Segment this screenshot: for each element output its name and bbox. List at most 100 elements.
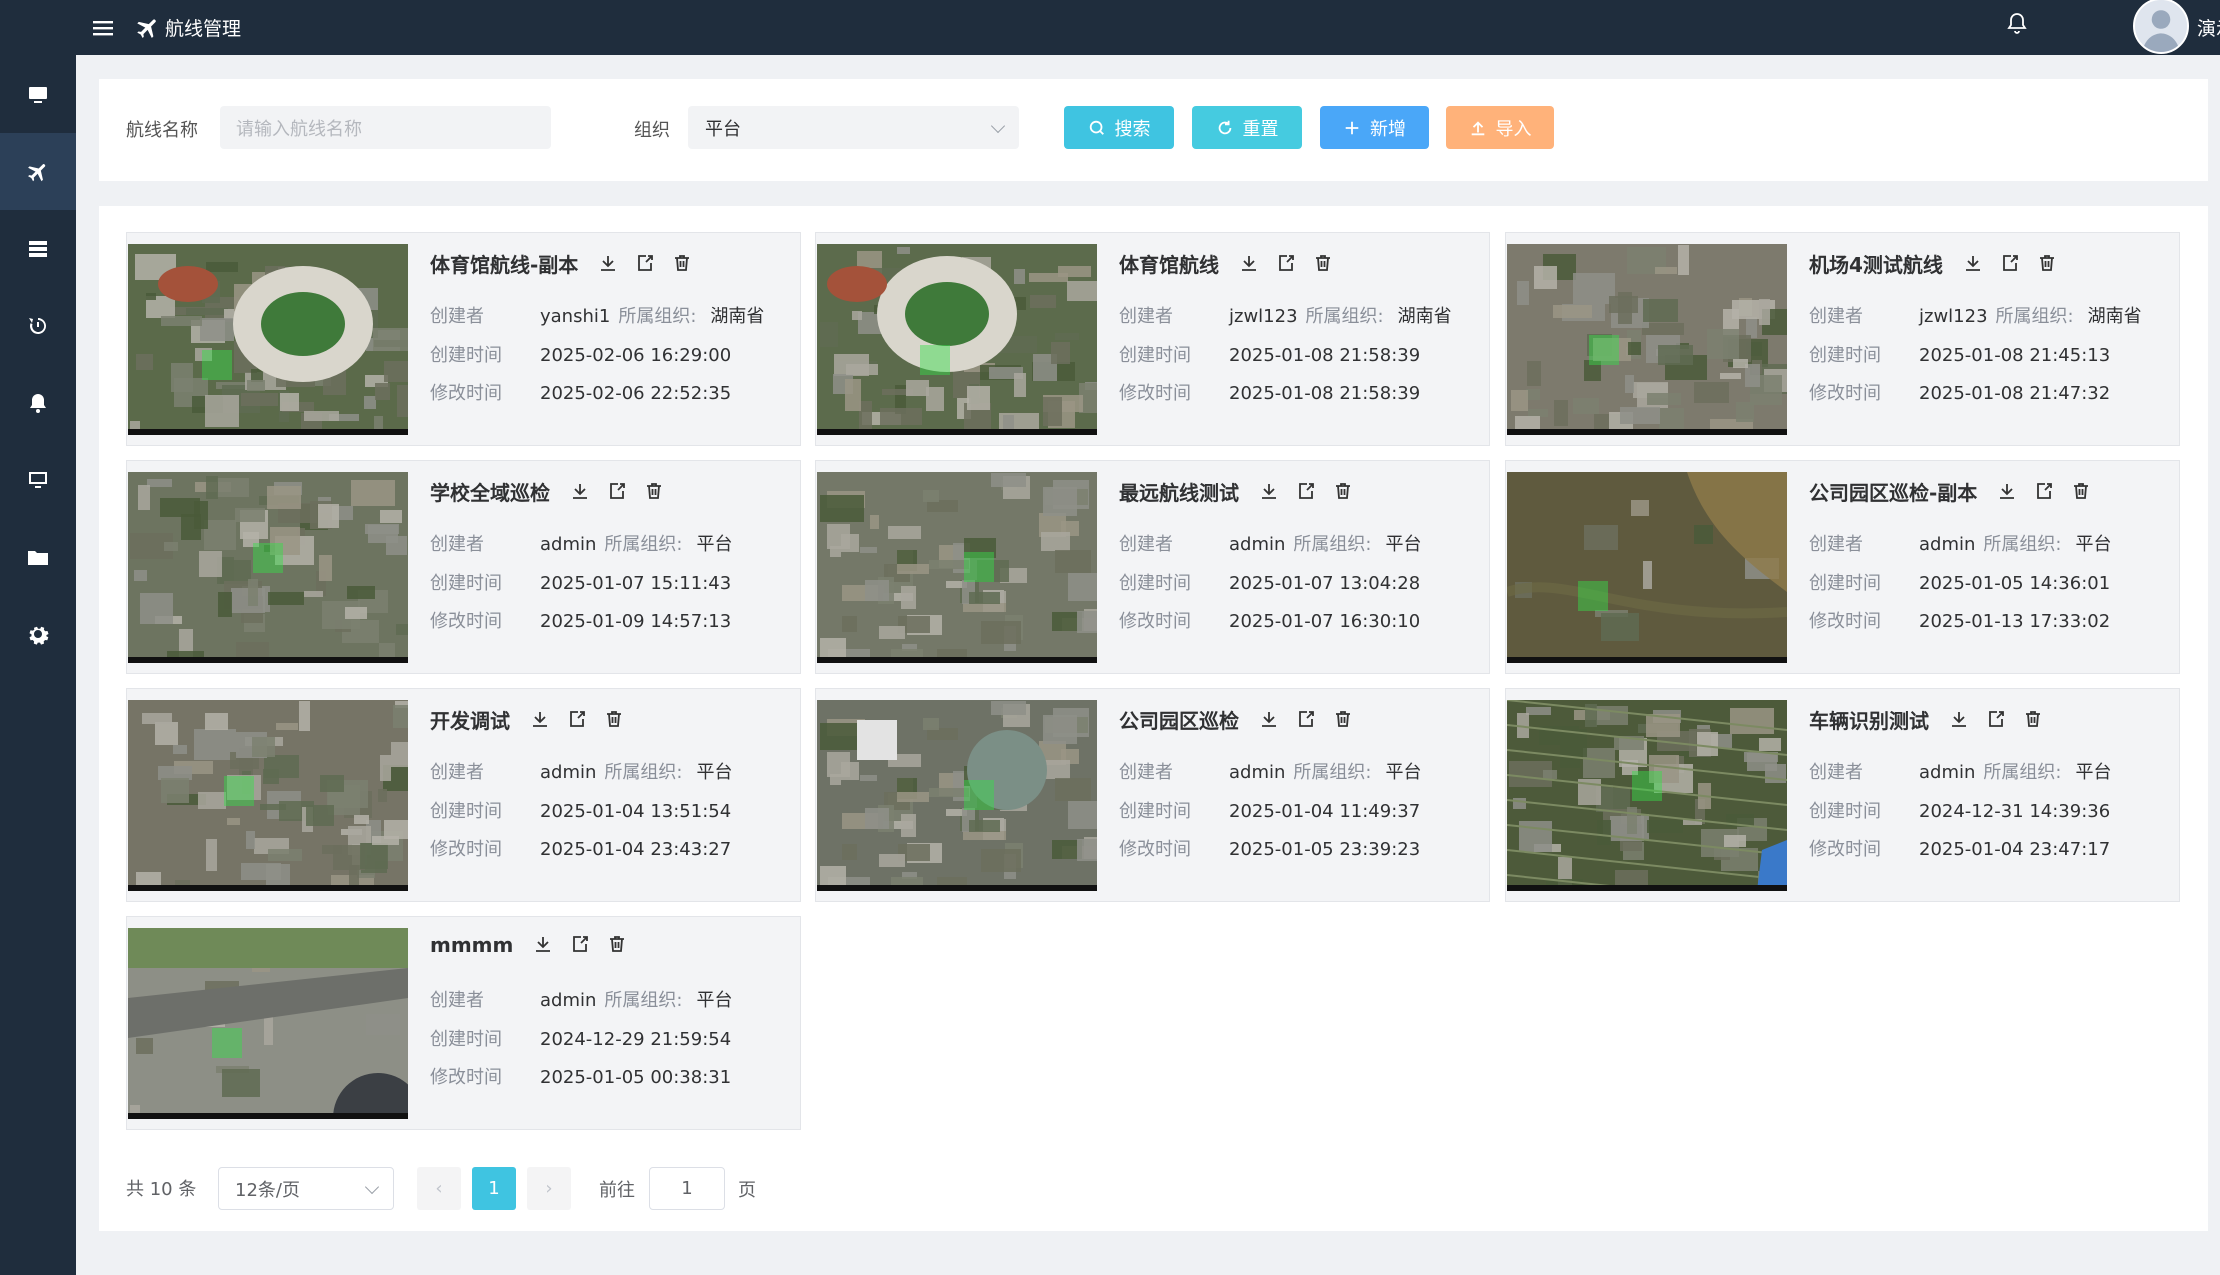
org-label: 所属组织: xyxy=(618,306,697,327)
reset-button-label: 重置 xyxy=(1242,118,1279,140)
route-thumbnail[interactable] xyxy=(1507,472,1787,663)
prev-page-button[interactable]: ‹ xyxy=(417,1167,461,1210)
delete-icon[interactable] xyxy=(2037,253,2059,275)
edit-icon[interactable] xyxy=(567,709,589,731)
route-thumbnail[interactable] xyxy=(128,244,408,435)
route-name[interactable]: 体育馆航线-副本 xyxy=(430,249,578,278)
edit-icon[interactable] xyxy=(1276,253,1298,275)
download-icon[interactable] xyxy=(1259,481,1281,503)
edit-icon[interactable] xyxy=(1986,709,2008,731)
route-name[interactable]: 公司园区巡检-副本 xyxy=(1809,477,1977,506)
route-card[interactable]: 体育馆航线 创建者 jzwl123 所属组织: 湖南省 创建时间 2025-01-08 21… xyxy=(815,232,1490,446)
route-card[interactable]: 开发调试 创建者 admin 所属组织: 平台 创建时间 2025-01-04 13:51:… xyxy=(126,688,801,902)
notification-bell-icon[interactable] xyxy=(2005,10,2029,36)
bell-icon xyxy=(30,393,46,413)
route-card[interactable]: 体育馆航线-副本 创建者 yanshi1 所属组织: 湖南省 创建时间 2025-02-06… xyxy=(126,232,801,446)
route-card[interactable]: 最远航线测试 创建者 admin 所属组织: 平台 创建时间 2025-01-07 13:0… xyxy=(815,460,1490,674)
delete-icon[interactable] xyxy=(2023,709,2045,731)
org-label: 所属组织: xyxy=(604,990,683,1011)
user-name[interactable]: 演示管理员 xyxy=(2197,14,2220,41)
delete-icon[interactable] xyxy=(1333,481,1355,503)
page-size-value: 12条/页 xyxy=(235,1179,300,1201)
org-select[interactable]: 平台 xyxy=(688,106,1019,149)
download-icon[interactable] xyxy=(533,934,555,956)
route-name[interactable]: 车辆识别测试 xyxy=(1809,705,1929,734)
created-value: 2025-01-05 14:36:01 xyxy=(1919,573,2111,594)
route-name[interactable]: 学校全域巡检 xyxy=(430,477,550,506)
creator-row: 创建者 jzwl123 所属组织: 湖南省 xyxy=(1119,302,1452,328)
next-page-button[interactable]: › xyxy=(527,1167,571,1210)
reset-button[interactable]: 重置 xyxy=(1192,106,1302,149)
edit-icon[interactable] xyxy=(1296,481,1318,503)
search-button[interactable]: 搜索 xyxy=(1064,106,1174,149)
org-label: 所属组织: xyxy=(604,762,683,783)
download-icon[interactable] xyxy=(598,253,620,275)
created-label: 创建时间 xyxy=(1809,345,1881,366)
add-button[interactable]: 新增 xyxy=(1320,106,1429,149)
route-name[interactable]: 体育馆航线 xyxy=(1119,249,1219,278)
route-thumbnail[interactable] xyxy=(817,700,1097,891)
route-name[interactable]: 公司园区巡检 xyxy=(1119,705,1239,734)
route-name[interactable]: 开发调试 xyxy=(430,705,510,734)
route-card[interactable]: 公司园区巡检 创建者 admin 所属组织: 平台 创建时间 2025-01-04 11:4… xyxy=(815,688,1490,902)
chevron-down-icon xyxy=(990,118,1006,133)
page-number-current[interactable]: 1 xyxy=(472,1167,516,1210)
screen-icon xyxy=(29,471,47,488)
edit-icon[interactable] xyxy=(635,253,657,275)
sidebar-item-plane[interactable] xyxy=(0,133,76,210)
route-thumbnail[interactable] xyxy=(817,472,1097,663)
route-card[interactable]: 学校全域巡检 创建者 admin 所属组织: 平台 创建时间 2025-01-07 15:1… xyxy=(126,460,801,674)
page-size-select[interactable]: 12条/页 xyxy=(218,1167,394,1210)
edit-icon[interactable] xyxy=(607,481,629,503)
route-thumbnail[interactable] xyxy=(1507,244,1787,435)
download-icon[interactable] xyxy=(1963,253,1985,275)
download-icon[interactable] xyxy=(530,709,552,731)
route-name[interactable]: 机场4测试航线 xyxy=(1809,249,1943,278)
route-card[interactable]: 机场4测试航线 创建者 jzwl123 所属组织: 湖南省 创建时间 2025-01-08 … xyxy=(1505,232,2180,446)
modified-value: 2025-01-13 17:33:02 xyxy=(1919,611,2111,632)
route-name-input[interactable]: 请输入航线名称 xyxy=(220,106,551,149)
creator-value: admin xyxy=(1919,762,1976,783)
org-value: 湖南省 xyxy=(710,306,765,327)
download-icon[interactable] xyxy=(1949,709,1971,731)
delete-icon[interactable] xyxy=(672,253,694,275)
sidebar-item-monitor[interactable] xyxy=(0,56,76,133)
org-label: 组织 xyxy=(634,120,670,141)
menu-toggle-icon[interactable] xyxy=(93,17,115,39)
route-name[interactable]: 最远航线测试 xyxy=(1119,477,1239,506)
avatar[interactable] xyxy=(2133,0,2189,54)
sidebar-item-bell[interactable] xyxy=(0,364,76,441)
edit-icon[interactable] xyxy=(2000,253,2022,275)
delete-icon[interactable] xyxy=(607,934,629,956)
sidebar-item-server[interactable] xyxy=(0,210,76,287)
download-icon[interactable] xyxy=(1239,253,1261,275)
download-icon[interactable] xyxy=(1997,481,2019,503)
sidebar-item-folder[interactable] xyxy=(0,518,76,595)
route-card[interactable]: 公司园区巡检-副本 创建者 admin 所属组织: 平台 创建时间 2025-01-05 1… xyxy=(1505,460,2180,674)
sidebar-item-history[interactable] xyxy=(0,287,76,364)
import-button[interactable]: 导入 xyxy=(1446,106,1554,149)
edit-icon[interactable] xyxy=(2034,481,2056,503)
sidebar-item-screen[interactable] xyxy=(0,441,76,518)
route-thumbnail[interactable] xyxy=(128,472,408,663)
edit-icon[interactable] xyxy=(1296,709,1318,731)
download-icon[interactable] xyxy=(1259,709,1281,731)
route-card[interactable]: mmmm 创建者 admin 所属组织: 平台 创建时间 2024-12-29 21:59:… xyxy=(126,916,801,1130)
delete-icon[interactable] xyxy=(604,709,626,731)
delete-icon[interactable] xyxy=(1333,709,1355,731)
route-thumbnail[interactable] xyxy=(128,700,408,891)
sidebar-item-gear[interactable] xyxy=(0,595,76,672)
delete-icon[interactable] xyxy=(644,481,666,503)
route-name[interactable]: mmmm xyxy=(430,933,513,957)
delete-icon[interactable] xyxy=(2071,481,2093,503)
pagination-total: 共 10 条 xyxy=(126,1178,197,1200)
goto-page-input[interactable]: 1 xyxy=(649,1167,725,1210)
route-card[interactable]: 车辆识别测试 创建者 admin 所属组织: 平台 创建时间 2024-12-31 14:3… xyxy=(1505,688,2180,902)
route-thumbnail[interactable] xyxy=(817,244,1097,435)
delete-icon[interactable] xyxy=(1313,253,1335,275)
download-icon[interactable] xyxy=(570,481,592,503)
route-thumbnail[interactable] xyxy=(128,928,408,1119)
edit-icon[interactable] xyxy=(570,934,592,956)
route-thumbnail[interactable] xyxy=(1507,700,1787,891)
org-label: 所属组织: xyxy=(604,534,683,555)
